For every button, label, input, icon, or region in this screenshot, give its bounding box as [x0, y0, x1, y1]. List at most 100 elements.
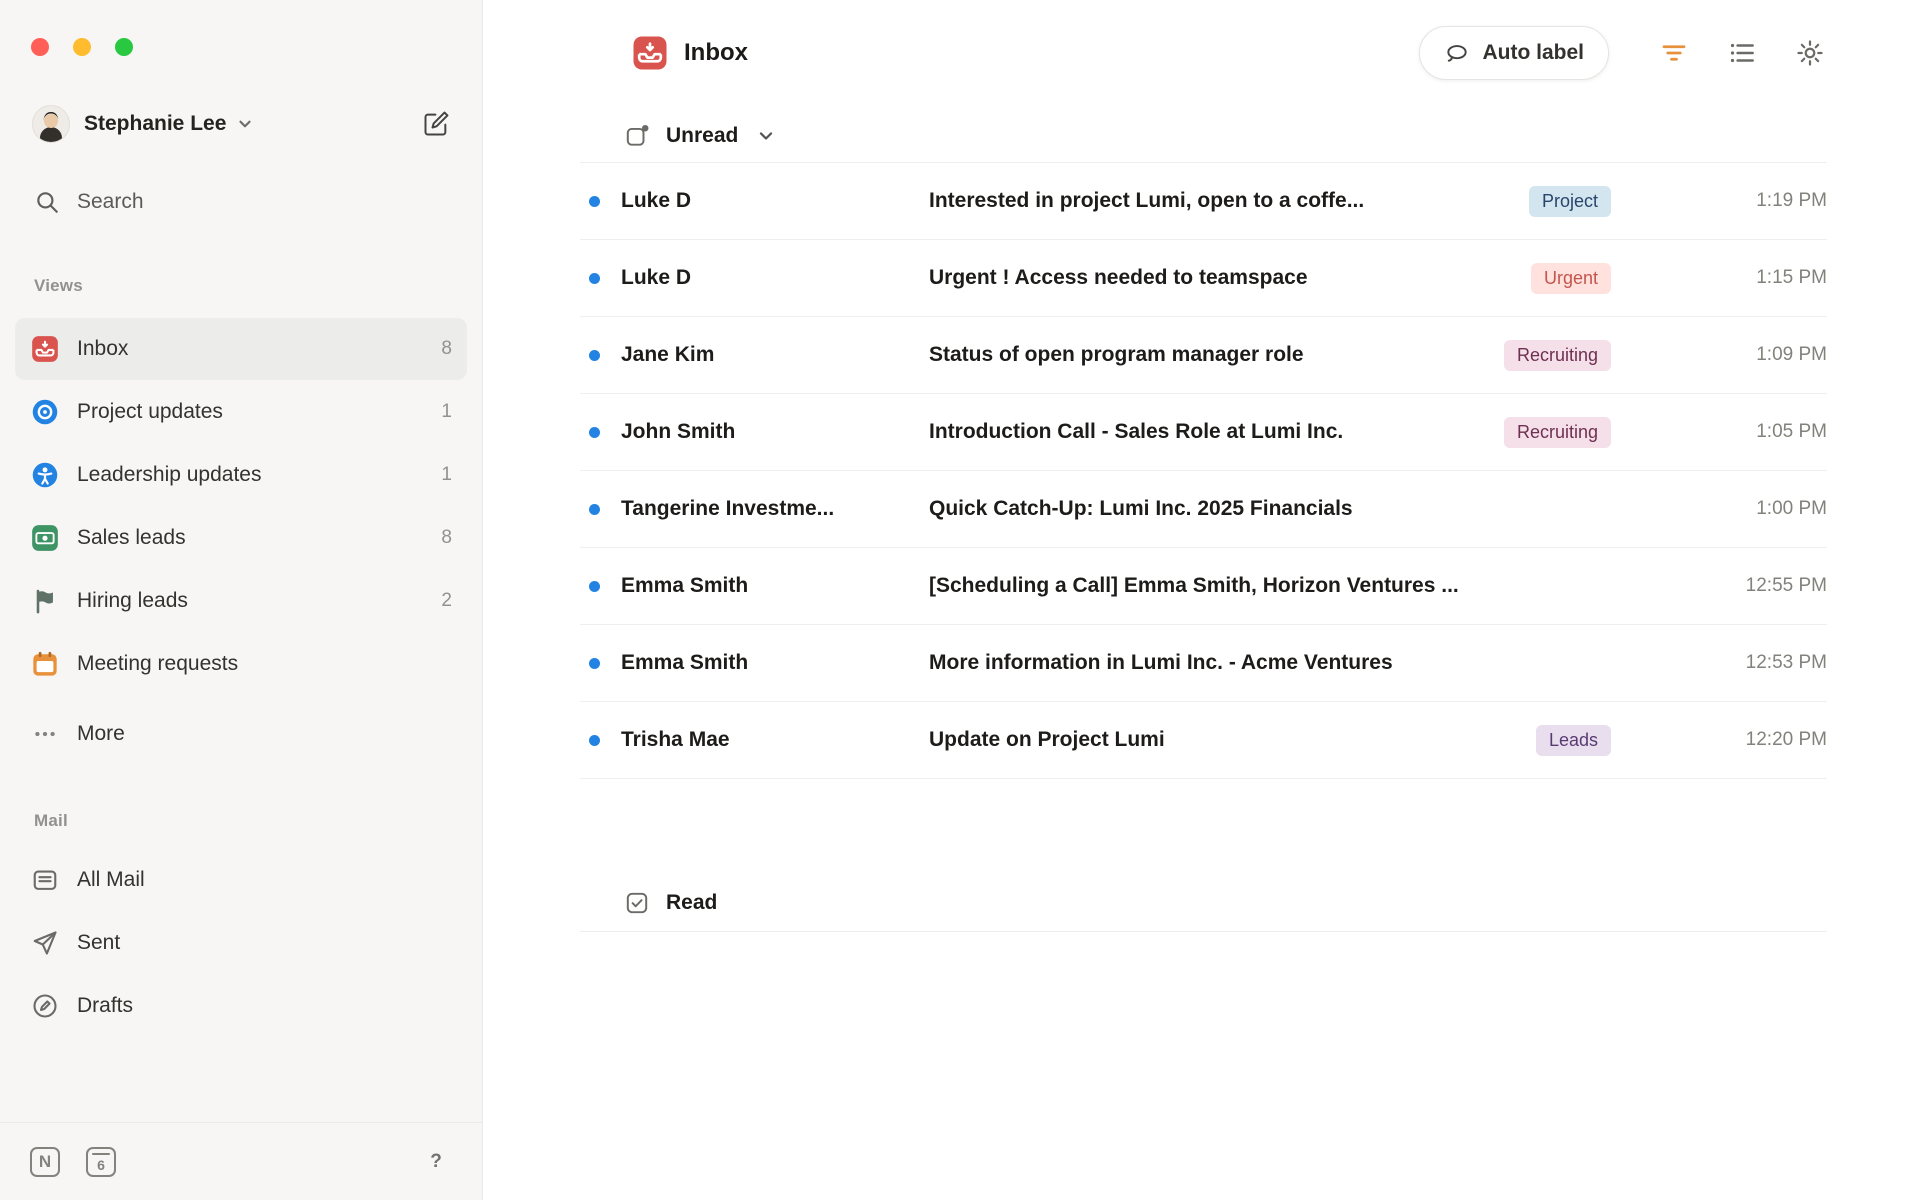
email-time: 1:09 PM	[1756, 344, 1827, 365]
sidebar-item-more[interactable]: More	[15, 703, 467, 765]
account-switcher[interactable]: Stephanie Lee	[32, 102, 454, 146]
mail-nav: All Mail Sent Drafts	[0, 849, 482, 1037]
sidebar-item-label: Inbox	[77, 337, 129, 360]
search-icon	[34, 189, 60, 215]
email-row[interactable]: Trisha Mae Update on Project Lumi Leads …	[580, 702, 1827, 779]
pencil-circle-icon	[30, 991, 60, 1021]
inbox-tray-icon	[30, 334, 60, 364]
unread-dot	[589, 426, 600, 438]
unread-dot	[589, 734, 600, 746]
email-subject: Interested in project Lumi, open to a co…	[929, 189, 1365, 212]
sidebar-item-label: Drafts	[77, 994, 134, 1017]
sidebar-item-label: Sales leads	[77, 526, 186, 549]
close-window-button[interactable]	[31, 38, 49, 56]
flag-icon	[30, 586, 60, 616]
email-sender: Emma Smith	[621, 574, 749, 597]
email-sender: Luke D	[621, 266, 692, 289]
email-row[interactable]: John Smith Introduction Call - Sales Rol…	[580, 394, 1827, 471]
unread-dot	[589, 580, 600, 592]
sidebar-item-count: 8	[441, 527, 452, 548]
sidebar-item-drafts[interactable]: Drafts	[15, 975, 467, 1037]
search-button[interactable]: Search	[34, 184, 454, 220]
sidebar-item-project-updates[interactable]: Project updates 1	[15, 381, 467, 443]
sidebar-item-label: All Mail	[77, 868, 145, 891]
email-time: 1:15 PM	[1756, 267, 1827, 288]
auto-label-label: Auto label	[1482, 41, 1584, 64]
sidebar: Stephanie Lee Search Views Inbox 8 Proje…	[0, 0, 483, 1200]
email-subject: Status of open program manager role	[929, 343, 1304, 366]
sidebar-footer: N 6 ?	[0, 1122, 482, 1200]
sidebar-item-all-mail[interactable]: All Mail	[15, 849, 467, 911]
unread-icon	[624, 123, 650, 149]
sidebar-item-leadership-updates[interactable]: Leadership updates 1	[15, 444, 467, 506]
email-sender: Jane Kim	[621, 343, 715, 366]
notion-logo-icon: N	[30, 1146, 60, 1177]
email-subject: Update on Project Lumi	[929, 728, 1165, 751]
avatar	[32, 105, 70, 143]
settings-gear-button[interactable]	[1793, 36, 1827, 70]
sidebar-item-count: 2	[441, 590, 452, 611]
paper-plane-icon	[30, 928, 60, 958]
email-row[interactable]: Tangerine Investme... Quick Catch-Up: Lu…	[580, 471, 1827, 548]
email-sender: John Smith	[621, 420, 736, 443]
envelope-icon	[30, 865, 60, 895]
email-row[interactable]: Emma Smith More information in Lumi Inc.…	[580, 625, 1827, 702]
main-header: Inbox Auto label	[580, 24, 1827, 82]
calendar-app-button[interactable]: 6	[86, 1146, 116, 1177]
ellipsis-icon	[30, 719, 60, 749]
email-time: 12:20 PM	[1745, 729, 1827, 750]
sidebar-item-meeting-requests[interactable]: Meeting requests	[15, 633, 467, 695]
person-circle-icon	[30, 460, 60, 490]
email-subject: Urgent ! Access needed to teamspace	[929, 266, 1308, 289]
email-row[interactable]: Emma Smith [Scheduling a Call] Emma Smit…	[580, 548, 1827, 625]
calendar-day-icon: 6	[86, 1146, 116, 1177]
help-button[interactable]: ?	[420, 1146, 452, 1178]
banknote-icon	[30, 523, 60, 553]
email-label-badge: Leads	[1535, 724, 1611, 756]
sidebar-item-inbox[interactable]: Inbox 8	[15, 318, 467, 380]
list-view-button[interactable]	[1725, 36, 1759, 70]
views-nav: Inbox 8 Project updates 1 Leadership upd…	[0, 318, 482, 765]
email-time: 1:19 PM	[1756, 190, 1827, 211]
sidebar-item-sales-leads[interactable]: Sales leads 8	[15, 507, 467, 569]
compose-button[interactable]	[418, 106, 454, 142]
user-name: Stephanie Lee	[84, 112, 227, 135]
email-row[interactable]: Luke D Urgent ! Access needed to teamspa…	[580, 240, 1827, 317]
sidebar-item-hiring-leads[interactable]: Hiring leads 2	[15, 570, 467, 632]
window-controls	[31, 38, 482, 56]
sidebar-item-label: Leadership updates	[77, 463, 262, 486]
checked-checkbox-icon	[624, 890, 650, 916]
mail-section-title: Mail	[34, 811, 68, 830]
email-subject: Quick Catch-Up: Lumi Inc. 2025 Financial…	[929, 497, 1353, 520]
unread-dot	[589, 272, 600, 284]
unread-email-list: Luke D Interested in project Lumi, open …	[580, 163, 1827, 779]
minimize-window-button[interactable]	[73, 38, 91, 56]
email-time: 1:00 PM	[1756, 498, 1827, 519]
email-label-badge: Recruiting	[1503, 416, 1611, 448]
email-label-badge: Urgent	[1530, 262, 1611, 294]
sidebar-item-sent[interactable]: Sent	[15, 912, 467, 974]
unread-dot	[589, 503, 600, 515]
email-time: 1:05 PM	[1756, 421, 1827, 442]
email-subject: Introduction Call - Sales Role at Lumi I…	[929, 420, 1344, 443]
unread-section-header[interactable]: Unread	[580, 110, 1827, 163]
page-title: Inbox	[684, 39, 748, 66]
auto-label-button[interactable]: Auto label	[1419, 26, 1609, 80]
filter-button[interactable]	[1657, 36, 1691, 70]
sidebar-item-count: 8	[441, 338, 452, 359]
email-row[interactable]: Jane Kim Status of open program manager …	[580, 317, 1827, 394]
email-row[interactable]: Luke D Interested in project Lumi, open …	[580, 163, 1827, 240]
app-window: Stephanie Lee Search Views Inbox 8 Proje…	[0, 0, 1920, 1200]
read-section-header[interactable]: Read	[580, 875, 1827, 932]
email-time: 12:53 PM	[1745, 652, 1827, 673]
zoom-window-button[interactable]	[115, 38, 133, 56]
chevron-down-icon	[236, 115, 254, 133]
main-content: Inbox Auto label Unread Luke D Intereste…	[483, 0, 1920, 1200]
email-time: 12:55 PM	[1745, 575, 1827, 596]
email-subject: More information in Lumi Inc. - Acme Ven…	[929, 651, 1393, 674]
sidebar-item-label: Sent	[77, 931, 121, 954]
inbox-icon	[632, 35, 668, 71]
notion-app-button[interactable]: N	[30, 1146, 60, 1177]
sidebar-item-label: Meeting requests	[77, 652, 239, 675]
chevron-down-icon	[756, 126, 776, 146]
